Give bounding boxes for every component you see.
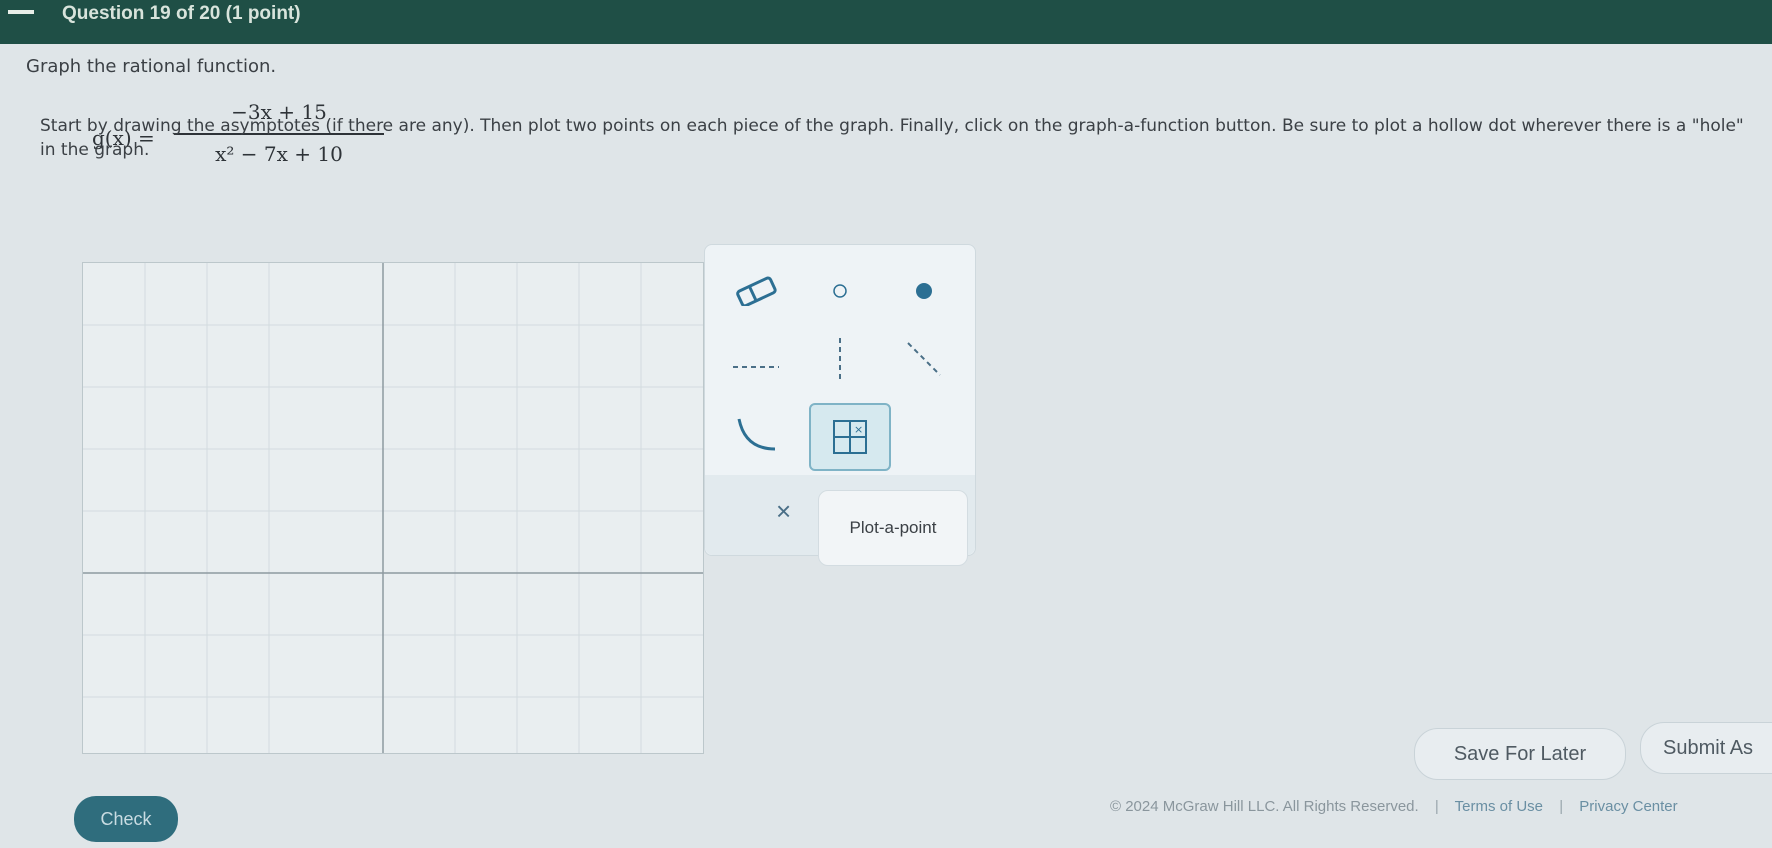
graph-a-function-tool[interactable]: × bbox=[809, 403, 891, 471]
footer-divider: | bbox=[1434, 798, 1439, 815]
svg-text:×: × bbox=[854, 423, 863, 436]
vertical-asymptote-tool[interactable] bbox=[805, 329, 875, 389]
question-prompt: Graph the rational function. bbox=[26, 56, 277, 77]
hollow-dot-tool[interactable] bbox=[805, 261, 875, 321]
graph-function-icon: × bbox=[833, 420, 867, 454]
check-button[interactable]: Check bbox=[74, 796, 178, 842]
eraser-tool[interactable] bbox=[721, 261, 791, 321]
instructions-text: Start by drawing the asymptotes (if ther… bbox=[40, 116, 1744, 160]
terms-of-use-link[interactable]: Terms of Use bbox=[1455, 798, 1543, 815]
plot-a-point-tooltip: Plot-a-point bbox=[818, 490, 968, 566]
horizontal-dashed-line-icon bbox=[733, 366, 779, 368]
solid-dot-tool[interactable] bbox=[889, 261, 959, 321]
submit-button[interactable]: Submit As bbox=[1640, 722, 1772, 774]
graph-area[interactable] bbox=[82, 262, 704, 754]
solid-dot-icon bbox=[916, 283, 932, 299]
slant-asymptote-tool[interactable] bbox=[889, 329, 959, 389]
curve-tool[interactable] bbox=[721, 405, 791, 465]
footer: © 2024 McGraw Hill LLC. All Rights Reser… bbox=[1110, 798, 1678, 815]
top-bar: Question 19 of 20 (1 point) bbox=[0, 0, 1772, 44]
delete-button[interactable]: × bbox=[776, 496, 791, 527]
graph-grid bbox=[83, 263, 703, 753]
slant-dashed-line-icon bbox=[907, 342, 941, 376]
question-title: Question 19 of 20 (1 point) bbox=[62, 3, 301, 24]
curve-icon bbox=[737, 418, 776, 451]
eraser-icon bbox=[736, 276, 777, 306]
horizontal-asymptote-tool[interactable] bbox=[721, 337, 791, 397]
menu-icon[interactable] bbox=[8, 10, 34, 14]
privacy-center-link[interactable]: Privacy Center bbox=[1579, 798, 1677, 815]
footer-divider: | bbox=[1559, 798, 1564, 815]
copyright-text: © 2024 McGraw Hill LLC. All Rights Reser… bbox=[1110, 798, 1419, 815]
vertical-dashed-line-icon bbox=[839, 338, 841, 380]
hollow-dot-icon bbox=[833, 284, 847, 298]
save-for-later-button[interactable]: Save For Later bbox=[1414, 728, 1626, 780]
